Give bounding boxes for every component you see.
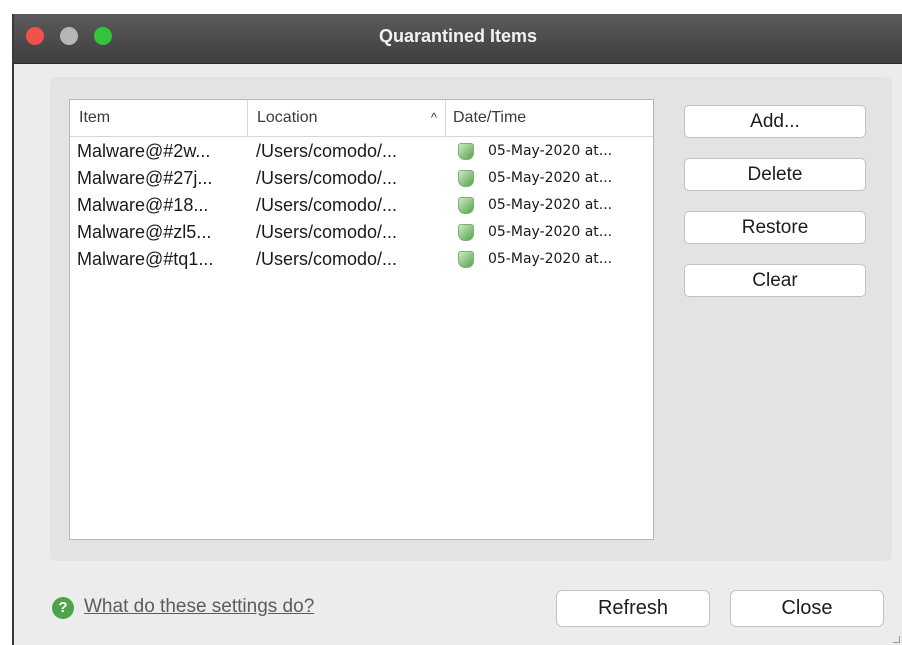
shield-icon xyxy=(458,224,474,241)
shield-icon xyxy=(458,170,474,187)
item-cell: Malware@#2w... xyxy=(77,141,211,161)
date-cell: 05-May-2020 at... xyxy=(458,219,650,246)
shield-icon xyxy=(458,251,474,268)
table-row[interactable]: Malware@#18... /Users/comodo/... 05-May-… xyxy=(70,192,653,219)
location-cell: /Users/comodo/... xyxy=(256,195,398,215)
add-button[interactable]: Add... xyxy=(684,105,866,138)
item-cell: Malware@#tq1... xyxy=(77,249,214,269)
table-row[interactable]: Malware@#2w... /Users/comodo/... 05-May-… xyxy=(70,138,653,165)
help-link[interactable]: What do these settings do? xyxy=(84,596,314,618)
date-text: 05-May-2020 at... xyxy=(488,251,613,267)
window-title: Quarantined Items xyxy=(378,26,538,46)
refresh-button[interactable]: Refresh xyxy=(556,590,710,627)
shield-icon xyxy=(458,143,474,160)
sort-ascending-icon: ^ xyxy=(430,110,437,125)
table-row[interactable]: Malware@#zl5... /Users/comodo/... 05-May… xyxy=(70,219,653,246)
location-cell: /Users/comodo/... xyxy=(256,168,398,188)
content-panel: Item Location ^ Date/Time Malware@#2w...… xyxy=(50,77,892,561)
column-header-item[interactable]: Item xyxy=(70,100,248,136)
item-cell: Malware@#18... xyxy=(77,195,209,215)
date-cell: 05-May-2020 at... xyxy=(458,246,650,273)
date-cell: 05-May-2020 at... xyxy=(458,165,650,192)
help-icon[interactable]: ? xyxy=(52,597,74,619)
date-text: 05-May-2020 at... xyxy=(488,143,613,159)
column-header-datetime[interactable]: Date/Time xyxy=(446,100,646,136)
shield-icon xyxy=(458,197,474,214)
date-text: 05-May-2020 at... xyxy=(488,224,613,240)
location-cell: /Users/comodo/... xyxy=(256,249,398,269)
clear-button[interactable]: Clear xyxy=(684,264,866,297)
resize-handle[interactable] xyxy=(893,636,900,643)
column-header-location-label: Location xyxy=(257,109,318,126)
column-header-location[interactable]: Location ^ xyxy=(248,100,446,136)
table-header: Item Location ^ Date/Time xyxy=(70,100,653,137)
date-text: 05-May-2020 at... xyxy=(488,170,613,186)
table-row[interactable]: Malware@#tq1... /Users/comodo/... 05-May… xyxy=(70,246,653,273)
table-row[interactable]: Malware@#27j... /Users/comodo/... 05-May… xyxy=(70,165,653,192)
title-bar[interactable]: Quarantined Items xyxy=(14,14,902,64)
restore-button[interactable]: Restore xyxy=(684,211,866,244)
location-cell: /Users/comodo/... xyxy=(256,141,398,161)
quarantine-table[interactable]: Item Location ^ Date/Time Malware@#2w...… xyxy=(69,99,654,540)
date-cell: 05-May-2020 at... xyxy=(458,138,650,165)
location-cell: /Users/comodo/... xyxy=(256,222,398,242)
close-button[interactable]: Close xyxy=(730,590,884,627)
quarantine-window: Quarantined Items Item Location ^ Date/T… xyxy=(12,14,902,645)
date-text: 05-May-2020 at... xyxy=(488,197,613,213)
item-cell: Malware@#zl5... xyxy=(77,222,212,242)
table-body: Malware@#2w... /Users/comodo/... 05-May-… xyxy=(70,138,653,273)
item-cell: Malware@#27j... xyxy=(77,168,213,188)
delete-button[interactable]: Delete xyxy=(684,158,866,191)
date-cell: 05-May-2020 at... xyxy=(458,192,650,219)
